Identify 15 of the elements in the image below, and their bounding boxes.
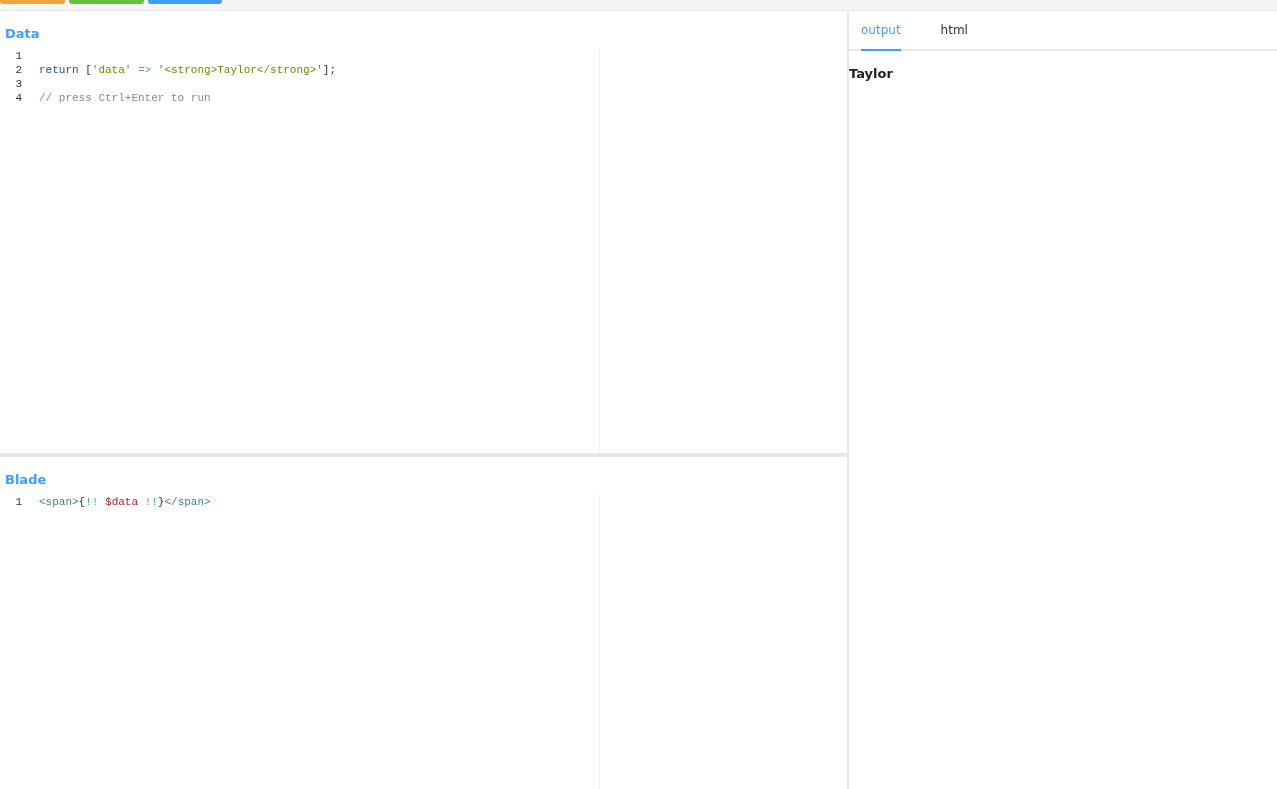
toolbar-button[interactable]	[0, 0, 65, 4]
code-line: // press Ctrl+Enter to run	[39, 91, 211, 105]
section-title: Data	[5, 26, 40, 41]
line-number: 4	[14, 91, 22, 105]
line-number: 2	[14, 63, 22, 77]
line-number: 1	[14, 49, 22, 63]
toolbar-button[interactable]	[148, 0, 222, 4]
code-line: <span>{!! $data !!}</span>	[39, 495, 211, 509]
tab[interactable]: html	[940, 21, 968, 51]
output-text: Taylor	[849, 66, 893, 81]
line-number: 3	[14, 77, 22, 91]
section-title: Blade	[5, 472, 47, 487]
line-number: 1	[14, 495, 22, 509]
code-line: return ['data' => '<strong>Taylor</strong>'];	[39, 63, 337, 77]
toolbar-button[interactable]	[69, 0, 144, 4]
